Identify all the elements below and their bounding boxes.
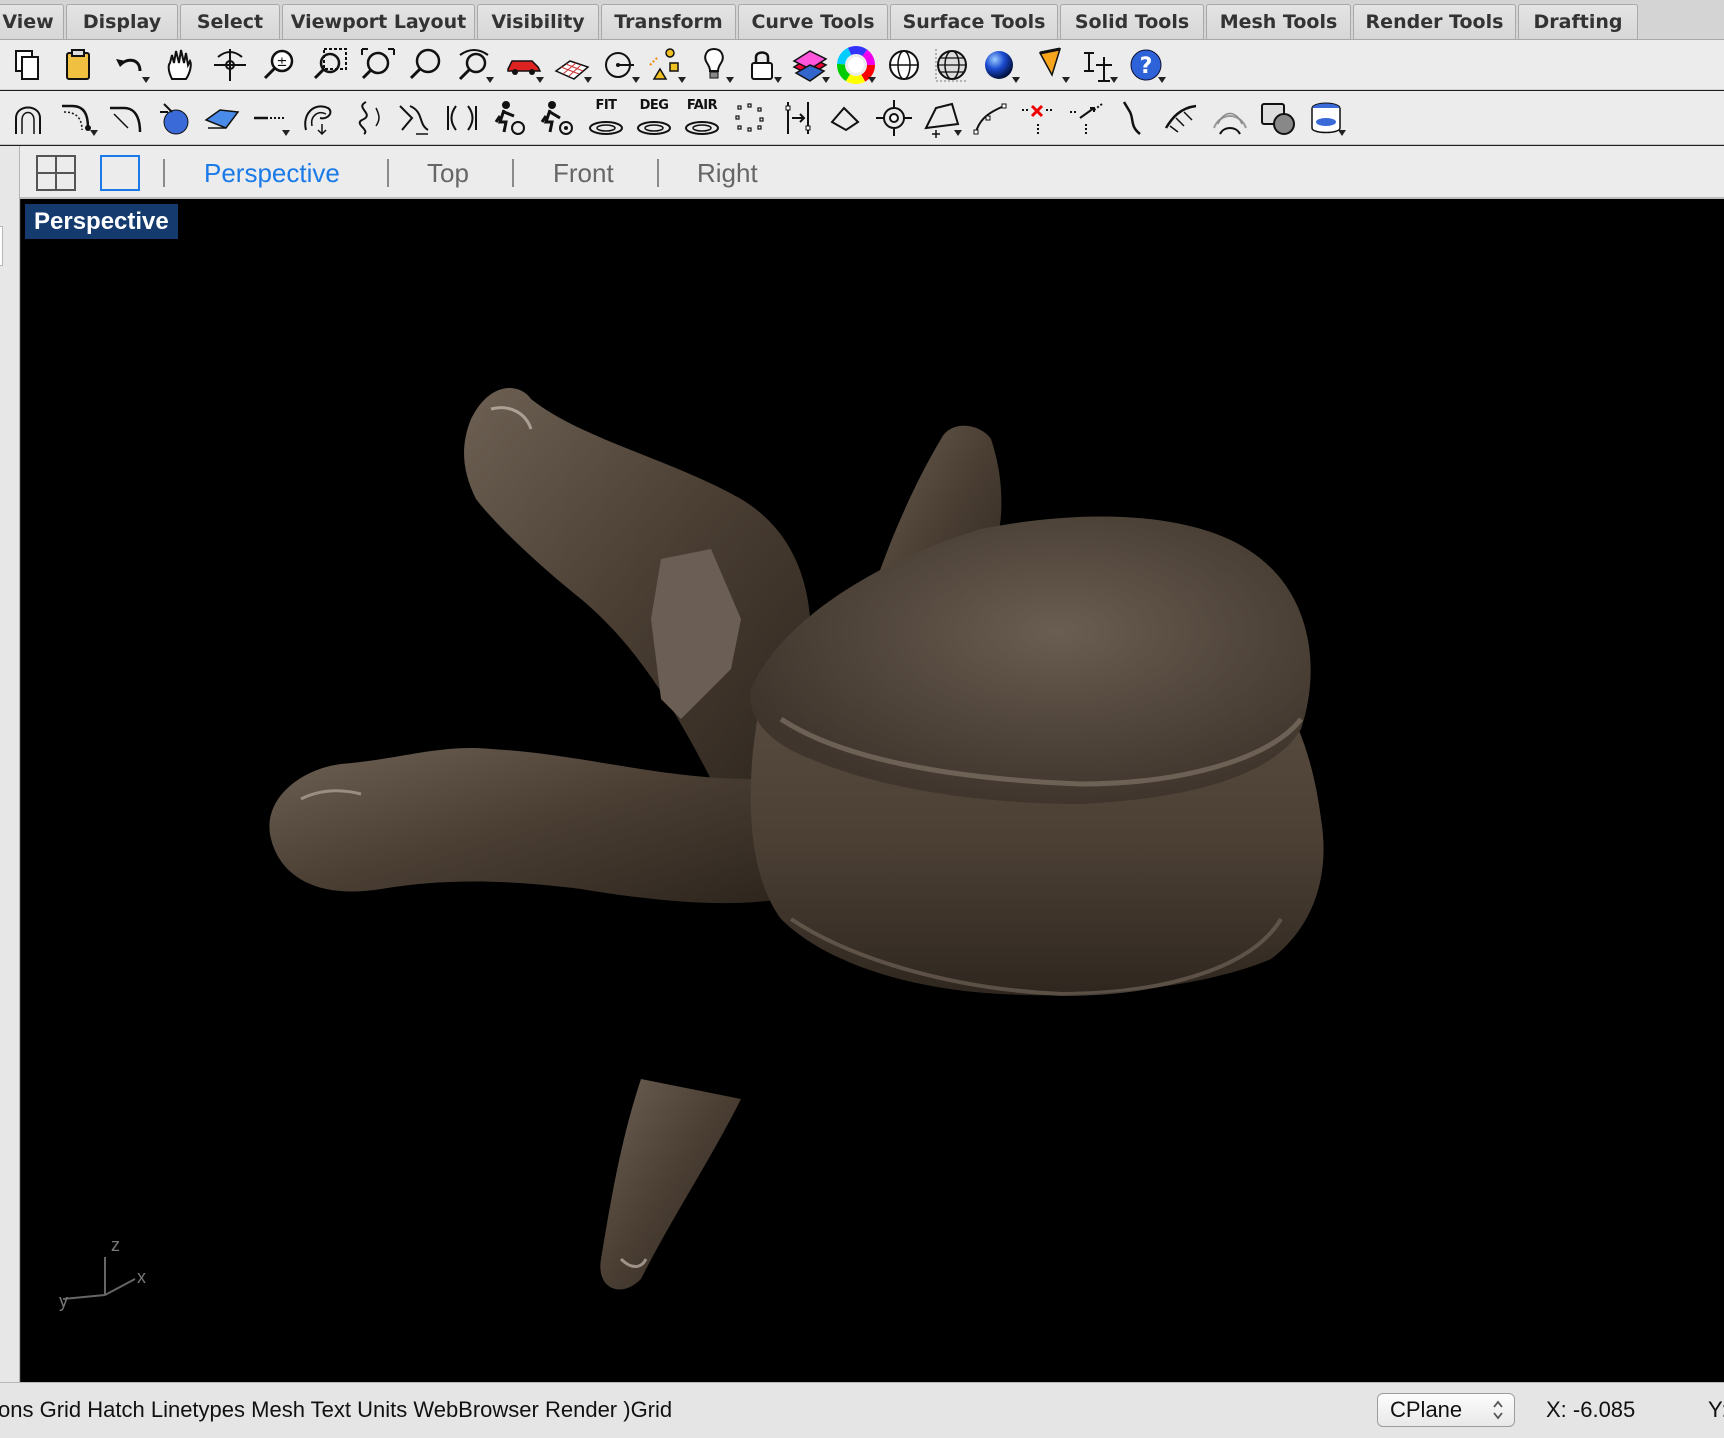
tab-select[interactable]: Select	[180, 4, 280, 39]
fair-label: FAIR	[686, 98, 718, 113]
left-panel-strip[interactable]	[0, 146, 20, 1382]
world-axes-indicator: z y x	[35, 1235, 165, 1319]
tab-viewport-layout[interactable]: Viewport Layout	[282, 4, 475, 39]
boolean-difference-icon[interactable]	[1256, 96, 1300, 140]
zoom-in-out-icon[interactable]: ±	[258, 43, 302, 87]
viewport-tab-top[interactable]: Top	[427, 158, 469, 188]
extend-curve-icon[interactable]	[248, 96, 292, 140]
curvature-graph-icon[interactable]	[1160, 96, 1204, 140]
spotlight-icon[interactable]	[1028, 43, 1072, 87]
rendered-sphere-icon[interactable]	[978, 43, 1022, 87]
separator	[512, 159, 514, 187]
cylinder-map-icon[interactable]	[1304, 96, 1348, 140]
named-view-car-icon[interactable]	[502, 43, 546, 87]
fit-curve-tool[interactable]: FIT	[584, 96, 628, 140]
loft-surface-icon[interactable]	[200, 96, 244, 140]
tab-mesh-tools[interactable]: Mesh Tools	[1206, 4, 1351, 39]
polyline-icon[interactable]	[824, 96, 868, 140]
help-icon[interactable]: ?	[1124, 43, 1168, 87]
copy-icon[interactable]	[6, 43, 50, 87]
curve-edit-icon[interactable]	[1112, 96, 1156, 140]
svg-text:±: ±	[277, 55, 288, 70]
tab-render-tools[interactable]: Render Tools	[1353, 4, 1516, 39]
grid-sphere-icon[interactable]	[930, 43, 974, 87]
arc-curve-icon[interactable]	[6, 96, 50, 140]
offset-surface-icon[interactable]	[1208, 96, 1252, 140]
color-wheel-icon[interactable]	[834, 43, 878, 87]
fair-curve-tool[interactable]: FAIR	[680, 96, 724, 140]
zoom-selected-icon[interactable]	[404, 43, 448, 87]
insert-knot-icon[interactable]	[776, 96, 820, 140]
tab-view[interactable]: View	[0, 4, 64, 39]
zoom-previous-icon[interactable]	[452, 43, 496, 87]
surface-blend-icon[interactable]	[152, 96, 196, 140]
tab-curve-tools[interactable]: Curve Tools	[738, 4, 888, 39]
curve-tools-toolbar: FIT DEG FAIR	[0, 91, 1724, 145]
dimension-icon[interactable]	[1076, 43, 1120, 87]
point-on-object-icon[interactable]	[872, 96, 916, 140]
y-coordinate-readout: Y:	[1708, 1397, 1724, 1422]
tab-transform[interactable]: Transform	[601, 4, 736, 39]
point-cloud-icon[interactable]	[728, 96, 772, 140]
offset-curve-icon[interactable]	[296, 96, 340, 140]
cplane-grid-icon[interactable]	[550, 43, 594, 87]
panel-handle[interactable]	[0, 226, 3, 266]
move-uvn-icon[interactable]	[1064, 96, 1108, 140]
axis-y-label: y	[59, 1291, 68, 1311]
undo-icon[interactable]	[108, 43, 152, 87]
edit-points-person-icon[interactable]	[488, 96, 532, 140]
viewport-tabs-bar: Perspective Top Front Right	[0, 146, 1724, 199]
single-viewport-icon[interactable]	[100, 155, 140, 191]
tab-solid-tools[interactable]: Solid Tools	[1060, 4, 1204, 39]
layer-icon[interactable]	[788, 43, 832, 87]
osnap-icon[interactable]	[598, 43, 642, 87]
pan-hand-icon[interactable]	[158, 43, 202, 87]
wireframe-sphere-icon[interactable]	[882, 43, 926, 87]
tab-display[interactable]: Display	[66, 4, 178, 39]
axis-x-label: x	[137, 1267, 146, 1287]
four-viewports-icon[interactable]	[36, 155, 76, 191]
fit-label: FIT	[595, 98, 617, 113]
perspective-viewport[interactable]: Perspective z y x	[21, 199, 1724, 1382]
x-coordinate-readout: X: -6.085	[1546, 1397, 1636, 1422]
standard-toolbar: ± ?	[0, 40, 1724, 90]
status-bar: ons Grid Hatch Linetypes Mesh Text Units…	[0, 1382, 1724, 1438]
separator	[387, 159, 389, 187]
match-curve-icon[interactable]	[440, 96, 484, 140]
fillet-curve-icon[interactable]	[56, 96, 100, 140]
degree-curve-tool[interactable]: DEG	[632, 96, 676, 140]
cplane-select[interactable]: CPlane	[1377, 1393, 1515, 1427]
ribbon-tab-bar: View Display Select Viewport Layout Visi…	[0, 0, 1724, 40]
add-control-point-icon[interactable]	[968, 96, 1012, 140]
viewport-tab-right[interactable]: Right	[697, 158, 758, 188]
move-points-person-icon[interactable]	[536, 96, 580, 140]
rebuild-curve-icon[interactable]	[344, 96, 388, 140]
rotate-view-icon[interactable]	[208, 43, 252, 87]
viewport-tab-front[interactable]: Front	[553, 158, 614, 188]
zoom-window-icon[interactable]	[308, 43, 352, 87]
viewport-title-label[interactable]: Perspective	[25, 204, 178, 239]
lightbulb-icon[interactable]	[692, 43, 736, 87]
axis-z-label: z	[111, 1235, 120, 1255]
lock-icon[interactable]	[740, 43, 784, 87]
separator	[163, 159, 165, 187]
deg-label: DEG	[639, 98, 669, 113]
svg-text:?: ?	[1140, 54, 1153, 79]
tab-drafting[interactable]: Drafting	[1518, 4, 1638, 39]
chamfer-curve-icon[interactable]	[104, 96, 148, 140]
tab-surface-tools[interactable]: Surface Tools	[890, 4, 1058, 39]
viewport-tab-perspective[interactable]: Perspective	[204, 158, 340, 188]
separator	[657, 159, 659, 187]
tab-visibility[interactable]: Visibility	[477, 4, 599, 39]
vertebra-3d-model[interactable]	[21, 199, 1724, 1382]
paste-icon[interactable]	[56, 43, 100, 87]
curve-from-points-icon[interactable]	[920, 96, 964, 140]
command-history-text: ons Grid Hatch Linetypes Mesh Text Units…	[0, 1397, 673, 1422]
cplane-value: CPlane	[1390, 1397, 1463, 1422]
blend-curve-icon[interactable]	[392, 96, 436, 140]
select-shapes-icon[interactable]	[644, 43, 688, 87]
remove-control-point-icon[interactable]	[1016, 96, 1060, 140]
zoom-extents-icon[interactable]	[356, 43, 400, 87]
chevron-updown-icon	[1493, 1400, 1503, 1420]
